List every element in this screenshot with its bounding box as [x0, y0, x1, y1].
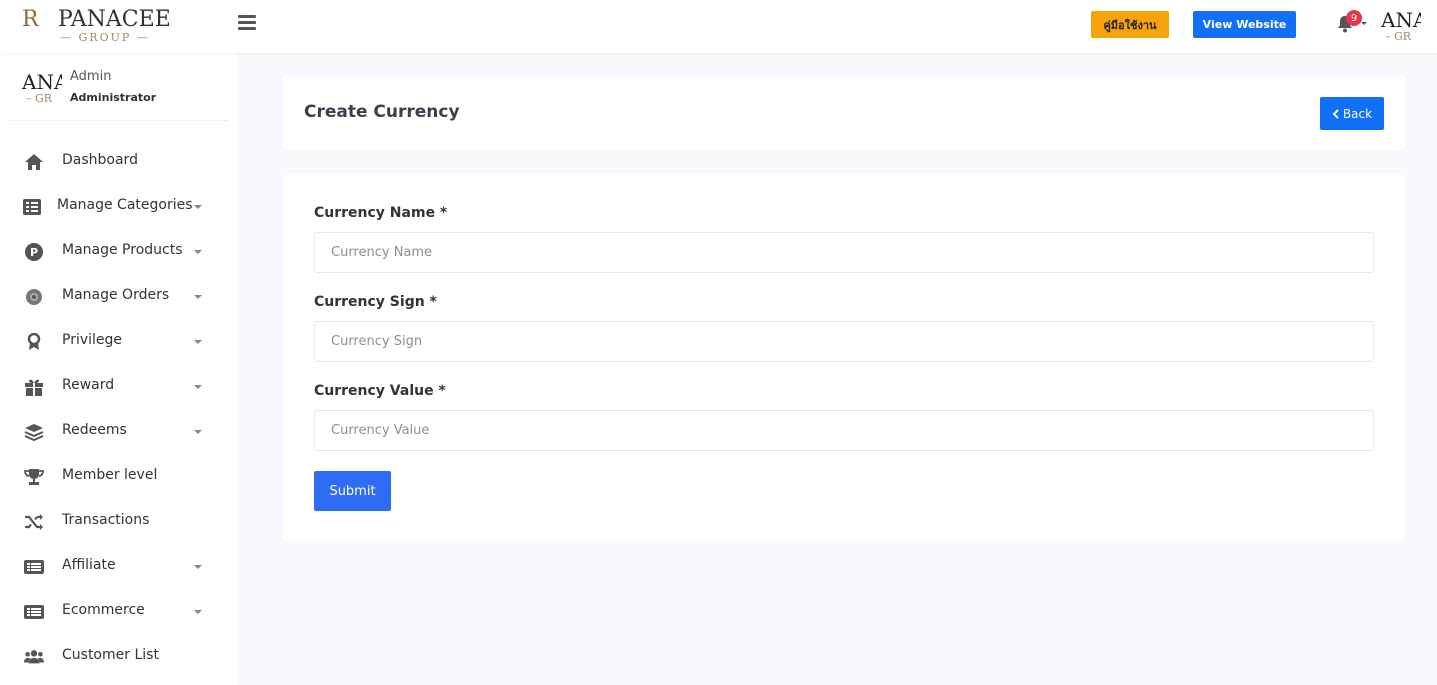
sidebar-item-label: Manage Orders: [62, 287, 170, 303]
chevron-down-icon: [194, 340, 202, 344]
sidebar-item-label: Manage Categories: [57, 197, 193, 213]
orders-icon: [24, 287, 44, 307]
list-icon: [22, 197, 42, 217]
avatar-subtext: – GR: [1385, 30, 1412, 43]
trophy-icon: [24, 467, 44, 487]
sidebar-item-label: Affiliate: [62, 557, 116, 573]
sidebar-item-label: Privilege: [62, 332, 123, 348]
sidebar-item-manage-categories[interactable]: Manage Categories: [0, 184, 237, 229]
sidebar-item-label: Reward: [62, 377, 115, 393]
layers-icon: [24, 422, 44, 442]
sidebar-item-label: Transactions: [62, 512, 150, 528]
product-p-icon: P: [24, 242, 44, 262]
currency-name-input[interactable]: [314, 232, 1374, 273]
manual-button[interactable]: คู่มือใช้งาน: [1091, 11, 1169, 38]
sidebar-item-redeems[interactable]: Redeems: [0, 409, 237, 454]
sidebar-item-transactions[interactable]: Transactions: [0, 499, 237, 544]
sidebar-item-ecommerce[interactable]: Ecommerce: [0, 589, 237, 634]
sidebar-item-label: Manage Products: [62, 242, 183, 258]
user-role: Administrator: [70, 91, 157, 104]
currency-value-label: Currency Value *: [314, 383, 446, 399]
chevron-down-icon: [194, 250, 202, 254]
sidebar-item-manage-products[interactable]: P Manage Products: [0, 229, 237, 274]
chevron-down-icon: [194, 295, 202, 299]
chevron-down-icon: [194, 385, 202, 389]
gift-icon: [24, 377, 44, 397]
panacee-logo[interactable]: R PANACEE — GROUP —: [22, 7, 171, 44]
view-website-button[interactable]: View Website: [1193, 11, 1296, 38]
back-button-label: Back: [1342, 106, 1373, 121]
sidebar-item-privilege[interactable]: Privilege: [0, 319, 237, 364]
chevron-down-icon: [194, 610, 202, 614]
chevron-down-icon: [194, 205, 202, 209]
page-title: Create Currency: [304, 102, 460, 122]
submit-button[interactable]: Submit: [314, 471, 391, 511]
card-list-icon: [24, 557, 44, 577]
home-icon: [24, 152, 44, 172]
logo-name: PANACEE: [58, 7, 171, 32]
avatar: ANA – GR: [22, 70, 62, 106]
sidebar-item-customer-list[interactable]: Customer List: [0, 634, 237, 679]
chevron-left-icon: [1332, 108, 1339, 119]
sidebar-item-manage-orders[interactable]: Manage Orders: [0, 274, 237, 319]
chevron-down-icon: [194, 430, 202, 434]
sidebar-item-member-level[interactable]: Member level: [0, 454, 237, 499]
avatar-text: ANA: [22, 70, 62, 94]
sidebar-item-dashboard[interactable]: Dashboard: [0, 139, 237, 184]
avatar-subtext: – GR: [26, 92, 53, 105]
avatar-text: ANA: [1381, 8, 1421, 32]
user-profile: ANA – GR Admin Administrator: [8, 53, 228, 121]
sidebar-item-label: Member level: [62, 467, 158, 483]
logo-mark: R: [22, 7, 39, 32]
chevron-down-icon[interactable]: [1361, 22, 1367, 25]
avatar[interactable]: ANA – GR: [1381, 8, 1421, 44]
sidebar-item-label: Redeems: [62, 422, 127, 438]
card-list-icon: [24, 602, 44, 622]
sidebar-item-label: Customer List: [62, 647, 159, 663]
top-navbar: R PANACEE — GROUP — คู่มือใช้งาน View We…: [0, 0, 1437, 53]
user-name: Admin: [70, 69, 112, 84]
currency-name-label: Currency Name *: [314, 205, 448, 221]
sidebar: ANA – GR Admin Administrator Dashboard M…: [0, 53, 237, 685]
sidebar-item-reward[interactable]: Reward: [0, 364, 237, 409]
users-icon: [24, 647, 44, 667]
currency-form: Currency Name * Currency Sign * Currency…: [284, 174, 1404, 541]
notification-count-badge: 9: [1346, 10, 1362, 26]
sidebar-item-label: Ecommerce: [62, 602, 145, 618]
chevron-down-icon: [194, 565, 202, 569]
menu-toggle-icon[interactable]: [238, 14, 256, 32]
svg-text:P: P: [30, 246, 38, 259]
shuffle-icon: [24, 512, 44, 532]
currency-sign-label: Currency Sign *: [314, 294, 437, 310]
award-icon: [24, 332, 44, 352]
currency-value-input[interactable]: [314, 410, 1374, 451]
sidebar-item-label: Dashboard: [62, 152, 138, 168]
currency-sign-input[interactable]: [314, 321, 1374, 362]
back-button[interactable]: Back: [1320, 97, 1384, 130]
logo-subtitle: — GROUP —: [60, 31, 150, 44]
page-header-card: Create Currency Back: [284, 77, 1404, 150]
sidebar-item-affiliate[interactable]: Affiliate: [0, 544, 237, 589]
